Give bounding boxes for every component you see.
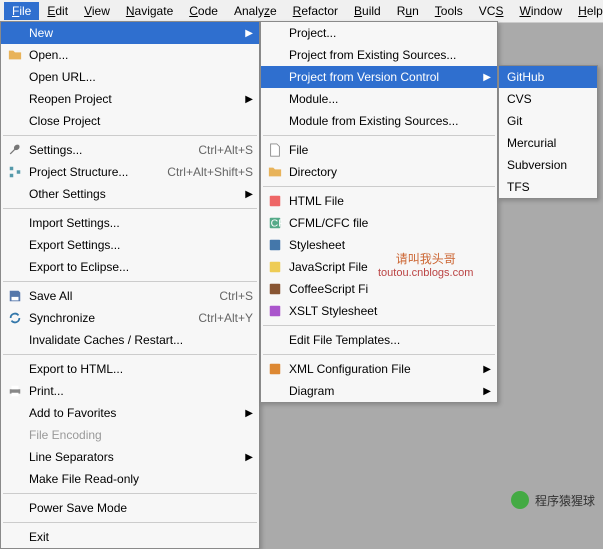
menu-item-project-vcs[interactable]: Project from Version Control▶ [261, 66, 497, 88]
menu-vcs[interactable]: VCS [471, 2, 512, 20]
menu-item-reopen[interactable]: Reopen Project▶ [1, 88, 259, 110]
menu-code[interactable]: Code [181, 2, 226, 20]
menu-item-diagram[interactable]: Diagram▶ [261, 380, 497, 402]
menu-window[interactable]: Window [511, 2, 570, 20]
menu-item-tfs[interactable]: TFS [499, 176, 597, 198]
menu-item-mercurial[interactable]: Mercurial [499, 132, 597, 154]
menu-help[interactable]: Help [570, 2, 603, 20]
folder-icon [5, 48, 25, 62]
structure-icon [5, 165, 25, 179]
menu-file[interactable]: File [4, 2, 39, 20]
menu-item-synchronize[interactable]: SynchronizeCtrl+Alt+Y [1, 307, 259, 329]
menu-item-new-stylesheet[interactable]: Stylesheet [261, 234, 497, 256]
html-icon [265, 194, 285, 208]
folder-icon [265, 165, 285, 179]
menu-view[interactable]: View [76, 2, 118, 20]
menu-item-export-settings[interactable]: Export Settings... [1, 234, 259, 256]
menu-run[interactable]: Run [389, 2, 427, 20]
menu-item-readonly[interactable]: Make File Read-only [1, 468, 259, 490]
menu-item-git[interactable]: Git [499, 110, 597, 132]
menu-item-open[interactable]: Open... [1, 44, 259, 66]
menu-analyze[interactable]: Analyze [226, 2, 285, 20]
menubar: File Edit View Navigate Code Analyze Ref… [0, 0, 603, 23]
vcs-submenu: GitHub CVS Git Mercurial Subversion TFS [498, 65, 598, 199]
menu-item-print[interactable]: Print... [1, 380, 259, 402]
svg-text:CF: CF [271, 218, 282, 230]
menu-tools[interactable]: Tools [427, 2, 471, 20]
menu-item-close-project[interactable]: Close Project [1, 110, 259, 132]
menu-refactor[interactable]: Refactor [285, 2, 346, 20]
menu-item-new-module[interactable]: Module... [261, 88, 497, 110]
print-icon [5, 384, 25, 398]
menu-build[interactable]: Build [346, 2, 389, 20]
menu-item-export-html[interactable]: Export to HTML... [1, 358, 259, 380]
menu-item-github[interactable]: GitHub [499, 66, 597, 88]
xslt-icon [265, 304, 285, 318]
footer: 程序猿猩球 [511, 491, 595, 509]
menu-item-add-favorites[interactable]: Add to Favorites▶ [1, 402, 259, 424]
coffee-icon [265, 282, 285, 296]
wrench-icon [5, 143, 25, 157]
xml-icon [265, 362, 285, 376]
menu-item-new[interactable]: New▶ [1, 22, 259, 44]
menu-item-open-url[interactable]: Open URL... [1, 66, 259, 88]
menu-item-new-cfml[interactable]: CFCFML/CFC file [261, 212, 497, 234]
new-submenu: Project... Project from Existing Sources… [260, 21, 498, 403]
menu-item-project-structure[interactable]: Project Structure...Ctrl+Alt+Shift+S [1, 161, 259, 183]
js-icon [265, 260, 285, 274]
menu-item-edit-templates[interactable]: Edit File Templates... [261, 329, 497, 351]
cfml-icon: CF [265, 216, 285, 230]
menu-item-new-directory[interactable]: Directory [261, 161, 497, 183]
menu-item-export-eclipse[interactable]: Export to Eclipse... [1, 256, 259, 278]
menu-item-invalidate[interactable]: Invalidate Caches / Restart... [1, 329, 259, 351]
sync-icon [5, 311, 25, 325]
wechat-icon [511, 491, 529, 509]
menu-item-project-existing[interactable]: Project from Existing Sources... [261, 44, 497, 66]
file-icon [265, 143, 285, 157]
menu-item-save-all[interactable]: Save AllCtrl+S [1, 285, 259, 307]
menu-item-power-save[interactable]: Power Save Mode [1, 497, 259, 519]
menu-item-other-settings[interactable]: Other Settings▶ [1, 183, 259, 205]
menu-item-new-js[interactable]: JavaScript File [261, 256, 497, 278]
menu-item-exit[interactable]: Exit [1, 526, 259, 548]
menu-item-new-html[interactable]: HTML File [261, 190, 497, 212]
menu-item-settings[interactable]: Settings...Ctrl+Alt+S [1, 139, 259, 161]
menu-edit[interactable]: Edit [39, 2, 76, 20]
menu-item-subversion[interactable]: Subversion [499, 154, 597, 176]
menu-item-import-settings[interactable]: Import Settings... [1, 212, 259, 234]
css-icon [265, 238, 285, 252]
menu-item-new-coffee[interactable]: CoffeeScript Fi [261, 278, 497, 300]
menu-item-file-encoding: File Encoding [1, 424, 259, 446]
menu-item-new-xslt[interactable]: XSLT Stylesheet [261, 300, 497, 322]
menu-item-new-file[interactable]: File [261, 139, 497, 161]
menu-item-xml-config[interactable]: XML Configuration File▶ [261, 358, 497, 380]
file-submenu: New▶ Open... Open URL... Reopen Project▶… [0, 21, 260, 549]
menu-navigate[interactable]: Navigate [118, 2, 181, 20]
menu-item-module-existing[interactable]: Module from Existing Sources... [261, 110, 497, 132]
menu-item-cvs[interactable]: CVS [499, 88, 597, 110]
menu-item-line-separators[interactable]: Line Separators▶ [1, 446, 259, 468]
menu-item-new-project[interactable]: Project... [261, 22, 497, 44]
save-icon [5, 289, 25, 303]
